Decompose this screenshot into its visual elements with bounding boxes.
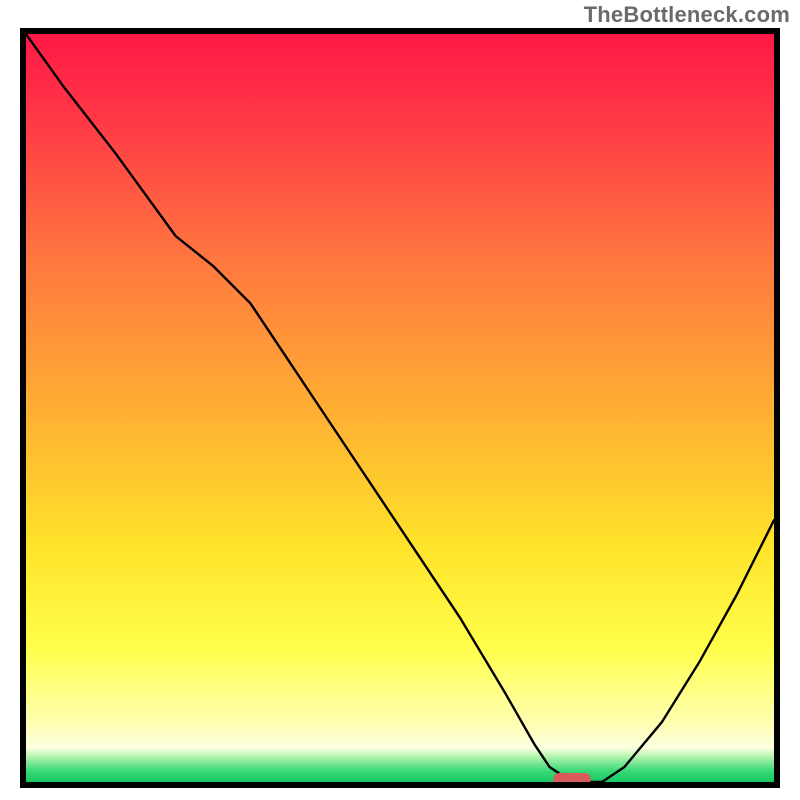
plot-background xyxy=(26,34,774,782)
watermark-text: TheBottleneck.com xyxy=(584,2,790,28)
optimal-marker xyxy=(553,773,590,782)
plot-svg xyxy=(26,34,774,782)
chart-container: TheBottleneck.com xyxy=(0,0,800,800)
plot-frame xyxy=(20,28,780,788)
